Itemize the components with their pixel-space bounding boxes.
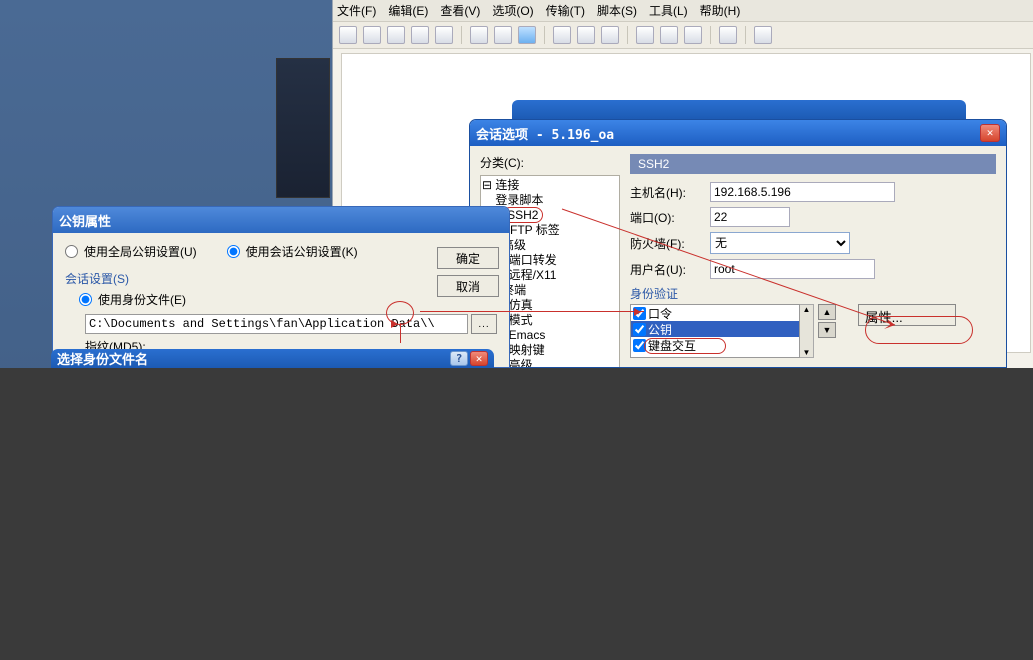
toolbar-icon-9[interactable] xyxy=(553,26,571,44)
auth-item-publickey[interactable]: 公钥 xyxy=(631,321,799,337)
toolbar-separator xyxy=(627,26,628,44)
toolbar-icon-13[interactable] xyxy=(660,26,678,44)
session-settings-label: 会话设置(S) xyxy=(65,270,497,287)
session-options-dialog: 会话选项 - 5.196_oa ✕ 分类(C): ⊟ 连接 登录脚本 ⊟ SSH… xyxy=(469,119,1007,368)
select-file-titlebar[interactable]: 选择身份文件名 ? ✕ xyxy=(51,349,494,368)
username-input[interactable] xyxy=(710,259,875,279)
radio-use-identity[interactable] xyxy=(79,293,92,306)
radio-use-identity-label[interactable]: 使用身份文件(E) xyxy=(79,291,497,308)
toolbar-icon-16[interactable] xyxy=(754,26,772,44)
toolbar-icon-5[interactable] xyxy=(435,26,453,44)
toolbar-icon-1[interactable] xyxy=(339,26,357,44)
menu-help[interactable]: 帮助(H) xyxy=(700,2,741,19)
close-icon[interactable]: ✕ xyxy=(470,351,488,366)
radio-session-label[interactable]: 使用会话公钥设置(K) xyxy=(227,243,358,260)
toolbar-icon-3[interactable] xyxy=(387,26,405,44)
auth-method-list[interactable]: 口令 公钥 键盘交互 xyxy=(630,304,800,358)
ssh2-panel-header: SSH2 xyxy=(630,154,996,174)
select-file-title: 选择身份文件名 xyxy=(57,349,450,368)
session-options-titlebar[interactable]: 会话选项 - 5.196_oa ✕ xyxy=(470,120,1006,146)
session-options-title: 会话选项 - 5.196_oa xyxy=(476,124,980,143)
toolbar-icon-14[interactable] xyxy=(684,26,702,44)
move-down-button[interactable]: ▼ xyxy=(818,322,836,338)
publickey-properties-dialog: 公钥属性 使用全局公钥设置(U) 使用会话公钥设置(K) 会话设置(S) 使用身… xyxy=(52,206,510,368)
publickey-title: 公钥属性 xyxy=(59,211,503,230)
toolbar-separator xyxy=(710,26,711,44)
close-icon[interactable]: ✕ xyxy=(980,124,1000,142)
toolbar-icon-11[interactable] xyxy=(601,26,619,44)
desktop-thumbnail xyxy=(276,58,330,198)
menu-file[interactable]: 文件(F) xyxy=(337,2,376,19)
radio-global-label[interactable]: 使用全局公钥设置(U) xyxy=(65,243,197,260)
hostname-label: 主机名(H): xyxy=(630,184,702,201)
toolbar xyxy=(333,22,1033,49)
publickey-titlebar[interactable]: 公钥属性 xyxy=(53,207,509,233)
category-label: 分类(C): xyxy=(480,154,620,171)
properties-button[interactable]: 属性... xyxy=(858,304,956,326)
menu-transfer[interactable]: 传输(T) xyxy=(546,2,585,19)
move-up-button[interactable]: ▲ xyxy=(818,304,836,320)
auth-item-keyboard[interactable]: 键盘交互 xyxy=(631,337,799,353)
radio-session[interactable] xyxy=(227,245,240,258)
menu-options[interactable]: 选项(O) xyxy=(492,2,533,19)
firewall-label: 防火墙(F): xyxy=(630,235,702,252)
username-label: 用户名(U): xyxy=(630,261,702,278)
toolbar-icon-10[interactable] xyxy=(577,26,595,44)
cancel-button[interactable]: 取消 xyxy=(437,275,499,297)
toolbar-icon-6[interactable] xyxy=(470,26,488,44)
toolbar-icon-4[interactable] xyxy=(411,26,429,44)
underlying-dialog-titlebar xyxy=(512,100,966,120)
toolbar-icon-15[interactable] xyxy=(719,26,737,44)
toolbar-icon-2[interactable] xyxy=(363,26,381,44)
tree-item-connection[interactable]: ⊟ 连接 xyxy=(482,178,618,193)
toolbar-separator xyxy=(461,26,462,44)
menu-tools[interactable]: 工具(L) xyxy=(649,2,688,19)
auth-item-password[interactable]: 口令 xyxy=(631,305,799,321)
identity-file-input[interactable] xyxy=(85,314,468,334)
ok-button[interactable]: 确定 xyxy=(437,247,499,269)
cropped-region xyxy=(0,368,1033,660)
help-icon[interactable]: ? xyxy=(450,351,468,366)
select-identity-file-dialog: 选择身份文件名 ? ✕ xyxy=(51,349,494,368)
browse-button[interactable]: ... xyxy=(471,314,497,334)
toolbar-separator xyxy=(544,26,545,44)
hostname-input[interactable] xyxy=(710,182,895,202)
toolbar-icon-8[interactable] xyxy=(518,26,536,44)
auth-label: 身份验证 xyxy=(630,285,996,302)
menu-script[interactable]: 脚本(S) xyxy=(597,2,637,19)
menu-edit[interactable]: 编辑(E) xyxy=(388,2,428,19)
firewall-select[interactable]: 无 xyxy=(710,232,850,254)
toolbar-icon-12[interactable] xyxy=(636,26,654,44)
radio-global[interactable] xyxy=(65,245,78,258)
port-label: 端口(O): xyxy=(630,209,702,226)
menubar: 文件(F) 编辑(E) 查看(V) 选项(O) 传输(T) 脚本(S) 工具(L… xyxy=(333,0,1033,22)
auth-list-scrollbar[interactable]: ▲▼ xyxy=(800,304,814,358)
menu-view[interactable]: 查看(V) xyxy=(440,2,480,19)
toolbar-icon-7[interactable] xyxy=(494,26,512,44)
port-input[interactable] xyxy=(710,207,790,227)
toolbar-separator xyxy=(745,26,746,44)
